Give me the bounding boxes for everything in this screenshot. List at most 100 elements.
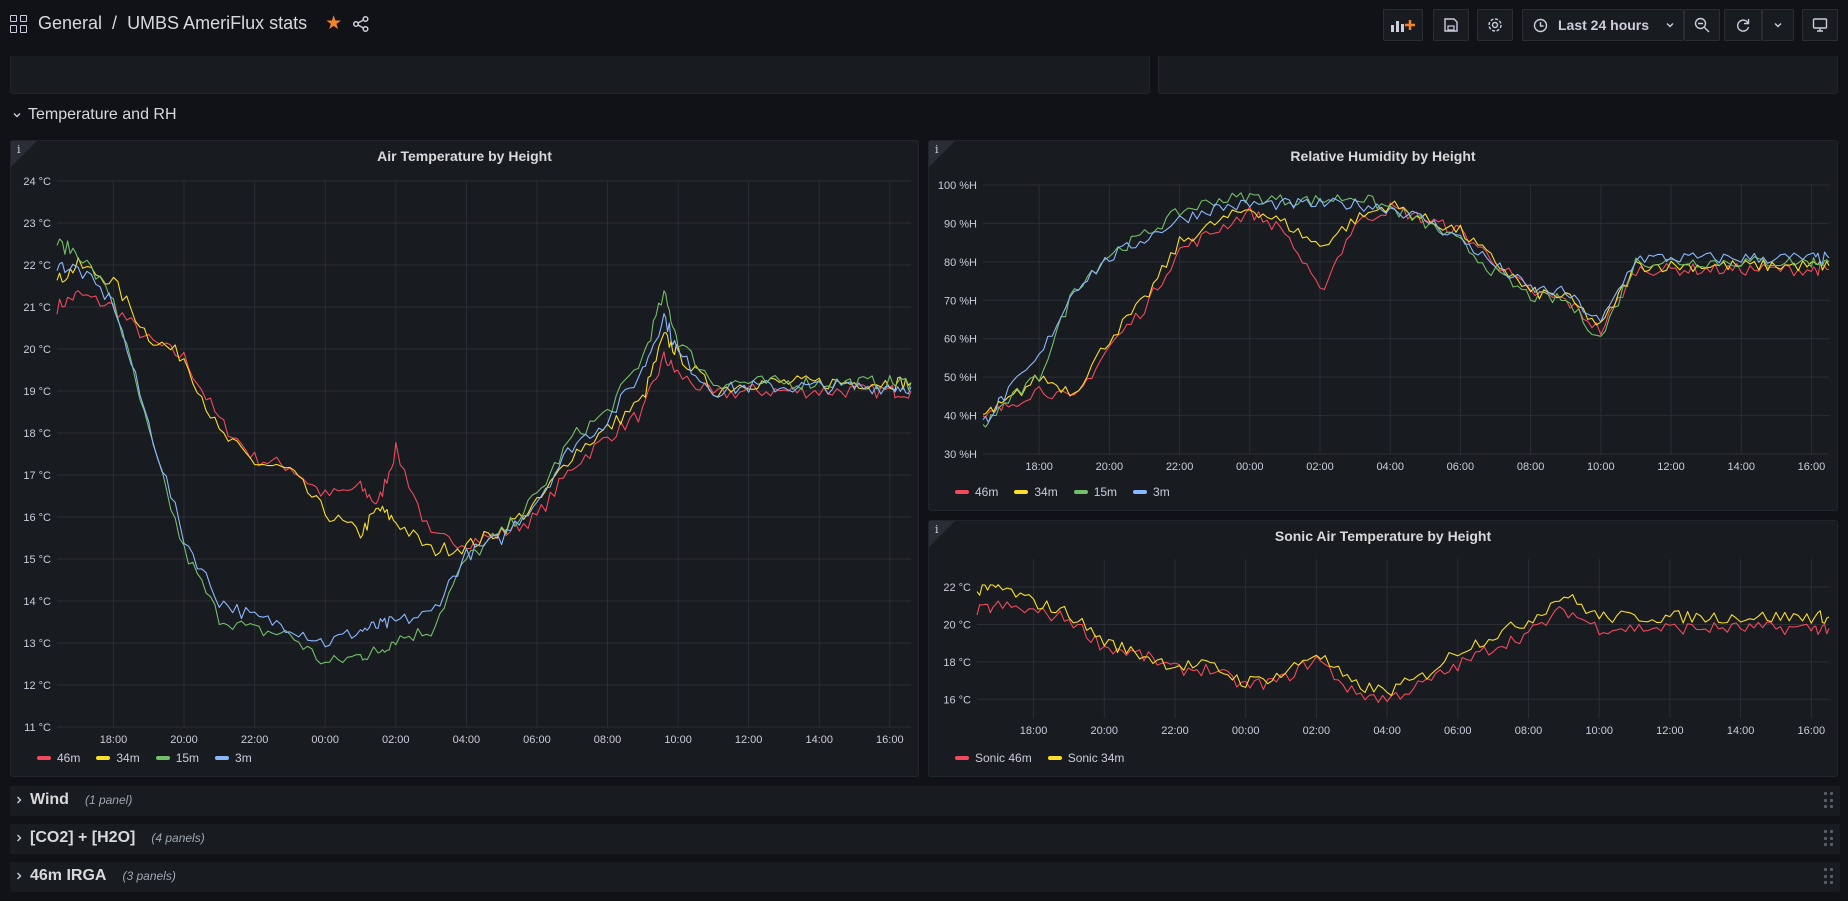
x-tick-label: 12:00 bbox=[735, 734, 763, 746]
x-tick-label: 20:00 bbox=[1096, 461, 1124, 473]
drag-handle-icon[interactable] bbox=[1824, 792, 1834, 810]
y-tick-label: 80 %H bbox=[944, 257, 977, 269]
x-tick-label: 16:00 bbox=[1798, 725, 1826, 737]
refresh-button[interactable] bbox=[1724, 9, 1762, 41]
x-tick-label: 16:00 bbox=[1798, 461, 1826, 473]
x-tick-label: 00:00 bbox=[311, 734, 339, 746]
legend-item-34m[interactable]: 34m bbox=[1014, 485, 1058, 499]
x-tick-label: 08:00 bbox=[1517, 461, 1545, 473]
series-line-15m bbox=[56, 238, 912, 665]
x-tick-label: 06:00 bbox=[1444, 725, 1472, 737]
refresh-icon bbox=[1737, 19, 1750, 32]
legend-item-sonic-34m[interactable]: Sonic 34m bbox=[1047, 751, 1125, 765]
x-tick-label: 00:00 bbox=[1232, 725, 1260, 737]
panel-title[interactable]: Relative Humidity by Height bbox=[929, 148, 1837, 164]
top-nav-bar: General / UMBS AmeriFlux stats ★ Last 24… bbox=[0, 0, 1848, 50]
legend-item-15m[interactable]: 15m bbox=[1073, 485, 1118, 499]
row-title: Temperature and RH bbox=[28, 106, 177, 123]
legend-item-46m[interactable]: 46m bbox=[955, 485, 998, 499]
time-range-label: Last 24 hours bbox=[1558, 17, 1650, 33]
legend-item-3m[interactable]: 3m bbox=[1133, 485, 1170, 499]
chevron-right-icon bbox=[17, 796, 22, 804]
legend-label: 15m bbox=[175, 751, 200, 765]
x-tick-label: 20:00 bbox=[1091, 725, 1119, 737]
x-tick-label: 02:00 bbox=[382, 734, 410, 746]
chevron-down-icon bbox=[13, 113, 21, 118]
gear-icon bbox=[1488, 18, 1502, 32]
x-tick-label: 18:00 bbox=[1025, 461, 1053, 473]
share-icon[interactable] bbox=[352, 15, 370, 33]
breadcrumb-folder[interactable]: General bbox=[38, 13, 102, 34]
series-line-sonic-34m bbox=[976, 584, 1830, 697]
monitor-icon bbox=[1812, 18, 1828, 32]
legend-item-15m[interactable]: 15m bbox=[155, 751, 200, 765]
legend-label: 34m bbox=[1034, 485, 1058, 499]
x-tick-label: 14:00 bbox=[1727, 725, 1755, 737]
x-tick-label: 22:00 bbox=[1161, 725, 1189, 737]
dashboard-settings-button[interactable] bbox=[1477, 9, 1513, 41]
y-tick-label: 18 °C bbox=[23, 428, 51, 440]
y-tick-label: 17 °C bbox=[23, 470, 51, 482]
legend-label: Sonic 34m bbox=[1067, 751, 1125, 765]
legend-label: 15m bbox=[1093, 485, 1118, 499]
legend-label: 46m bbox=[975, 485, 999, 499]
chart-legend: 46m 34m 15m 3m bbox=[37, 751, 252, 765]
zoom-out-button[interactable] bbox=[1684, 9, 1720, 41]
add-panel-button[interactable] bbox=[1383, 9, 1423, 41]
series-line-46m bbox=[56, 290, 912, 550]
refresh-interval-dropdown[interactable] bbox=[1762, 9, 1794, 41]
x-tick-label: 04:00 bbox=[453, 734, 481, 746]
x-tick-label: 02:00 bbox=[1306, 461, 1334, 473]
chevron-right-icon bbox=[17, 872, 22, 880]
tv-mode-button[interactable] bbox=[1802, 9, 1838, 41]
y-tick-label: 24 °C bbox=[23, 176, 51, 188]
legend-label: 34m bbox=[116, 751, 140, 765]
x-tick-label: 10:00 bbox=[1585, 725, 1613, 737]
legend-label: Sonic 46m bbox=[975, 751, 1032, 765]
apps-icon[interactable] bbox=[10, 14, 28, 33]
air-temperature-panel: 24 °C 23 °C 22 °C 21 °C 20 °C 19 °C 18 °C 17 °C… bbox=[10, 140, 919, 777]
add-panel-icon bbox=[1391, 20, 1415, 32]
legend-label: 3m bbox=[1153, 485, 1170, 499]
y-tick-label: 11 °C bbox=[24, 722, 51, 734]
x-tick-label: 06:00 bbox=[523, 734, 551, 746]
save-icon bbox=[1444, 18, 1458, 32]
series-line-15m bbox=[982, 192, 1830, 428]
y-tick-label: 14 °C bbox=[23, 596, 51, 608]
y-tick-label: 22 °C bbox=[943, 582, 971, 594]
legend-item-3m[interactable]: 3m bbox=[215, 751, 252, 765]
y-tick-label: 70 %H bbox=[944, 295, 977, 307]
breadcrumb-separator: / bbox=[112, 13, 118, 33]
chart-legend: Sonic 46m Sonic 34m bbox=[955, 751, 1124, 765]
clock-icon bbox=[1533, 18, 1548, 32]
drag-handle-icon[interactable] bbox=[1824, 868, 1834, 886]
y-tick-label: 21 °C bbox=[23, 302, 51, 314]
panel-title[interactable]: Air Temperature by Height bbox=[11, 148, 918, 164]
row-46m-irga[interactable]: 46m IRGA (3 panels) bbox=[10, 862, 1840, 892]
star-icon[interactable]: ★ bbox=[325, 12, 342, 35]
legend-item-46m[interactable]: 46m bbox=[37, 751, 80, 765]
x-tick-label: 16:00 bbox=[876, 734, 904, 746]
x-tick-label: 10:00 bbox=[664, 734, 692, 746]
previous-panel-right bbox=[1158, 56, 1838, 94]
legend-item-34m[interactable]: 34m bbox=[96, 751, 140, 765]
row-co2-h2o[interactable]: [CO2] + [H2O] (4 panels) bbox=[10, 824, 1840, 854]
x-tick-label: 00:00 bbox=[1236, 461, 1264, 473]
time-range-picker[interactable]: Last 24 hours bbox=[1522, 9, 1684, 41]
row-title: Wind bbox=[30, 791, 69, 808]
sonic-temperature-chart: 22 °C 20 °C 18 °C 16 °C 18:00 20:00 22:00 00:00… bbox=[943, 559, 1830, 737]
relative-humidity-panel: 100 %H 90 %H 80 %H 70 %H 60 %H 50 %H 40 %H 30 %… bbox=[928, 140, 1838, 511]
row-wind[interactable]: Wind (1 panel) bbox=[10, 786, 1840, 816]
save-dashboard-button[interactable] bbox=[1433, 9, 1469, 41]
panel-title[interactable]: Sonic Air Temperature by Height bbox=[929, 528, 1837, 544]
y-tick-label: 23 °C bbox=[23, 218, 51, 230]
dashboard-title[interactable]: UMBS AmeriFlux stats bbox=[127, 13, 307, 34]
chevron-down-icon bbox=[1666, 23, 1674, 28]
drag-handle-icon[interactable] bbox=[1824, 830, 1834, 848]
legend-item-sonic-46m[interactable]: Sonic 46m bbox=[955, 751, 1032, 765]
row-panel-count: (3 panels) bbox=[122, 869, 176, 883]
breadcrumb: General / UMBS AmeriFlux stats ★ bbox=[10, 12, 370, 35]
y-tick-label: 20 °C bbox=[23, 344, 51, 356]
x-tick-label: 20:00 bbox=[170, 734, 198, 746]
row-header-temperature-rh[interactable]: Temperature and RH bbox=[12, 106, 177, 124]
